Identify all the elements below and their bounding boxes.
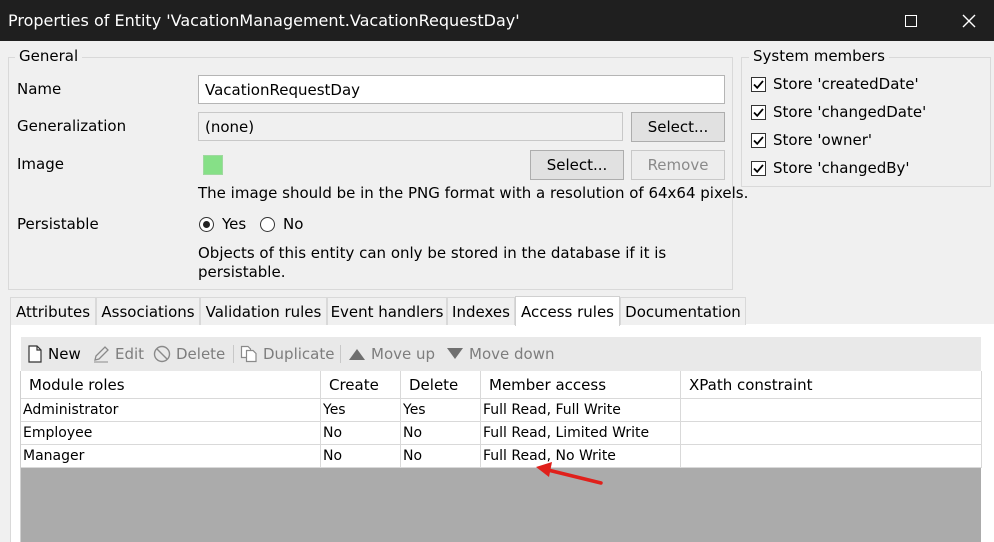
new-button[interactable]: New — [27, 337, 81, 371]
prohibit-icon — [153, 345, 171, 363]
create-cell: No — [321, 422, 401, 444]
persistable-no-radio[interactable]: No — [260, 215, 303, 233]
triangle-up-icon — [349, 349, 365, 360]
image-preview — [203, 155, 223, 175]
column-header-member-access[interactable]: Member access — [481, 371, 681, 398]
general-legend: General — [15, 47, 83, 65]
persistable-yes-radio[interactable]: Yes — [199, 215, 246, 233]
tab-access-rules[interactable]: Access rules — [515, 296, 620, 326]
image-label: Image — [17, 155, 64, 173]
radio-circle — [199, 216, 214, 232]
store-created-date-label: Store 'createdDate' — [773, 75, 919, 93]
system-members-legend: System members — [749, 47, 889, 65]
persistable-label: Persistable — [17, 215, 99, 233]
toolbar-separator — [233, 345, 234, 363]
persistable-hint: Objects of this entity can only be store… — [198, 244, 667, 281]
store-changed-date-label: Store 'changedDate' — [773, 103, 927, 121]
generalization-field: (none) — [198, 112, 623, 141]
image-hint: The image should be in the PNG format wi… — [198, 184, 749, 202]
table-row[interactable]: Administrator Yes Yes Full Read, Full Wr… — [21, 399, 982, 422]
persistable-yes-label: Yes — [222, 215, 247, 233]
member-access-cell: Full Read, Full Write — [481, 399, 681, 421]
store-owner-checkbox[interactable]: Store 'owner' — [751, 131, 872, 149]
delete-label: Delete — [176, 345, 226, 363]
pencil-icon — [94, 346, 109, 363]
radio-dot — [203, 220, 210, 228]
store-changed-by-label: Store 'changedBy' — [773, 159, 910, 177]
checkbox-box — [751, 104, 766, 120]
edit-button[interactable]: Edit — [92, 337, 144, 371]
window-title: Properties of Entity 'VacationManagement… — [8, 11, 520, 30]
store-owner-label: Store 'owner' — [773, 131, 873, 149]
move-down-label: Move down — [469, 345, 555, 363]
arrow-shaft — [546, 468, 603, 485]
access-rules-toolbar: New Edit Delete Duplicate Move up Move d… — [21, 337, 981, 371]
new-label: New — [48, 345, 81, 363]
delete-cell: Yes — [401, 399, 481, 421]
checkbox-box — [751, 160, 766, 176]
grid-header-row: Module roles Create Delete Member access… — [21, 371, 982, 399]
column-header-xpath-constraint[interactable]: XPath constraint — [681, 371, 982, 398]
checkmark-icon — [753, 163, 764, 173]
xpath-constraint-cell — [681, 399, 982, 421]
maximize-icon — [905, 14, 917, 27]
column-header-create[interactable]: Create — [321, 371, 401, 398]
module-role-cell: Employee — [21, 422, 321, 444]
radio-circle — [260, 216, 275, 232]
checkbox-box — [751, 132, 766, 148]
xpath-constraint-cell — [681, 422, 982, 444]
move-up-button[interactable]: Move up — [348, 337, 435, 371]
table-row[interactable]: Employee No No Full Read, Limited Write — [21, 422, 982, 445]
title-bar: Properties of Entity 'VacationManagement… — [0, 0, 994, 41]
image-select-button[interactable]: Select... — [530, 150, 624, 180]
tab-validation-rules[interactable]: Validation rules — [200, 297, 327, 325]
tab-associations[interactable]: Associations — [96, 297, 200, 325]
generalization-label: Generalization — [17, 117, 127, 135]
generalization-select-button[interactable]: Select... — [631, 112, 725, 142]
checkmark-icon — [753, 135, 764, 145]
tab-indexes[interactable]: Indexes — [447, 297, 515, 325]
toolbar-separator — [340, 345, 341, 363]
checkbox-box — [751, 76, 766, 92]
module-role-cell: Administrator — [21, 399, 321, 421]
delete-cell: No — [401, 445, 481, 467]
close-icon — [962, 14, 976, 27]
duplicate-label: Duplicate — [263, 345, 335, 363]
red-annotation-arrow — [536, 462, 603, 485]
duplicate-button[interactable]: Duplicate — [240, 337, 334, 371]
delete-cell: No — [401, 422, 481, 444]
name-label: Name — [17, 80, 62, 98]
arrow-head — [536, 462, 552, 477]
create-cell: No — [321, 445, 401, 467]
move-down-button[interactable]: Move down — [446, 337, 554, 371]
checkmark-icon — [753, 79, 764, 89]
tab-attributes[interactable]: Attributes — [10, 297, 96, 325]
column-header-delete[interactable]: Delete — [401, 371, 481, 398]
image-remove-button[interactable]: Remove — [631, 150, 725, 180]
access-rules-grid: Module roles Create Delete Member access… — [20, 371, 982, 542]
checkmark-icon — [753, 107, 764, 117]
delete-button[interactable]: Delete — [153, 337, 225, 371]
close-button[interactable] — [940, 0, 994, 41]
name-input[interactable]: VacationRequestDay — [198, 75, 725, 104]
move-up-label: Move up — [371, 345, 436, 363]
column-header-module-roles[interactable]: Module roles — [21, 371, 321, 398]
maximize-button[interactable] — [882, 0, 940, 41]
tab-event-handlers[interactable]: Event handlers — [327, 297, 447, 325]
duplicate-icon — [240, 345, 257, 363]
store-changed-date-checkbox[interactable]: Store 'changedDate' — [751, 103, 926, 121]
new-document-icon — [28, 345, 42, 363]
tab-documentation[interactable]: Documentation — [620, 297, 746, 325]
member-access-cell: Full Read, Limited Write — [481, 422, 681, 444]
store-changed-by-checkbox[interactable]: Store 'changedBy' — [751, 159, 910, 177]
edit-label: Edit — [115, 345, 145, 363]
create-cell: Yes — [321, 399, 401, 421]
module-role-cell: Manager — [21, 445, 321, 467]
triangle-down-icon — [447, 348, 463, 359]
store-created-date-checkbox[interactable]: Store 'createdDate' — [751, 75, 919, 93]
persistable-no-label: No — [283, 215, 304, 233]
xpath-constraint-cell — [681, 445, 982, 467]
table-row[interactable]: Manager No No Full Read, No Write — [21, 445, 982, 468]
